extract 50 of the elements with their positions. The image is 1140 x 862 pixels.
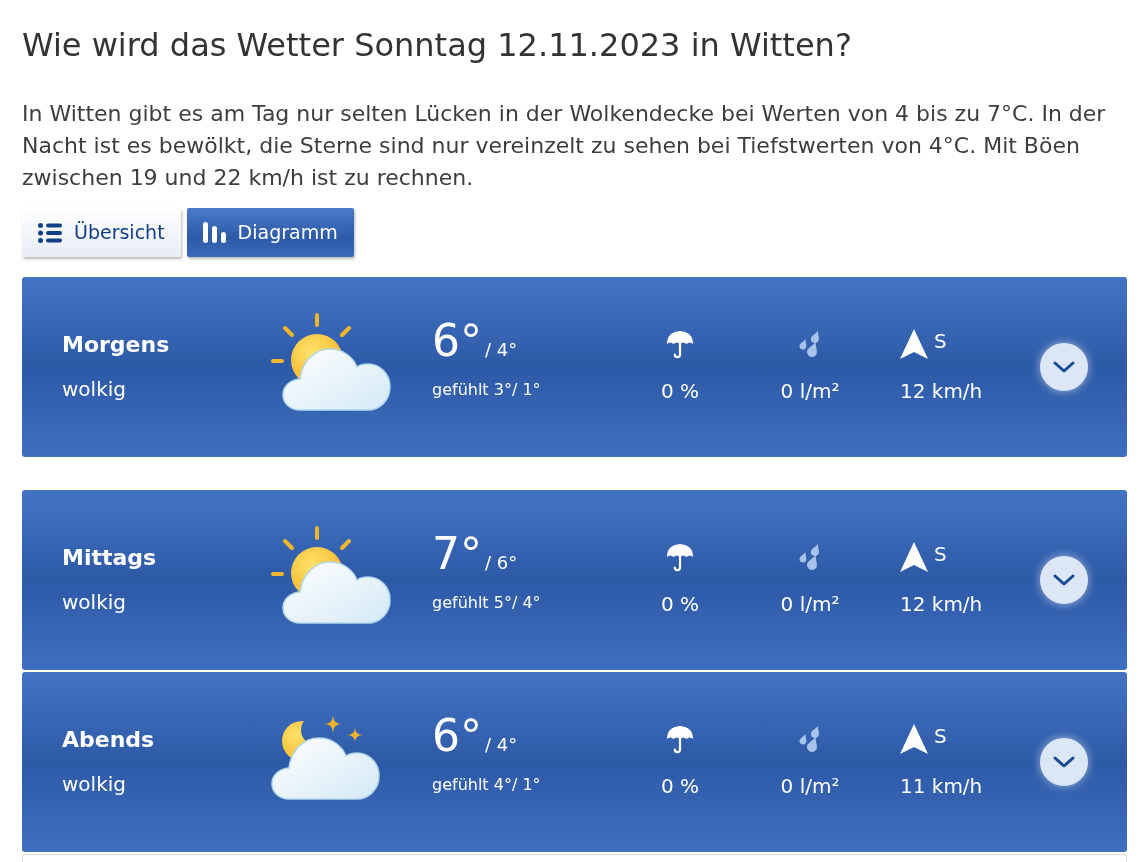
navigation-arrow-icon — [900, 723, 928, 754]
high-temperature: 6° — [432, 711, 482, 761]
feels-like-text: gefühlt 4°/ 1° — [432, 774, 542, 796]
raindrops-icon — [799, 541, 821, 572]
condition-text: wolkig — [62, 589, 127, 616]
expand-button[interactable] — [1040, 556, 1088, 604]
chevron-icon — [1053, 756, 1075, 768]
list-icon — [38, 222, 62, 243]
bar-chart-icon — [202, 222, 226, 243]
sun-cloud-icon — [270, 524, 391, 625]
rain-probability-text: 0 % — [660, 772, 700, 800]
expand-button[interactable] — [1040, 738, 1088, 786]
chevron-icon — [1053, 574, 1075, 586]
expand-button[interactable] — [1040, 343, 1088, 391]
umbrella-icon — [665, 541, 695, 572]
wind-speed-text: 12 km/h — [900, 377, 983, 405]
rain-amount-text: 0 l/m² — [780, 377, 840, 405]
low-temperature: / 4° — [485, 733, 518, 757]
period-name: Abends — [62, 726, 156, 754]
low-temperature: / 4° — [485, 338, 518, 362]
umbrella-icon — [665, 723, 695, 754]
high-temperature: 6° — [432, 316, 482, 366]
view-tab[interactable]: Übersicht — [22, 208, 181, 257]
umbrella-icon — [665, 328, 695, 359]
wind-direction-text: S — [934, 328, 947, 353]
low-temperature: / 6° — [485, 551, 518, 575]
condition-text: wolkig — [62, 771, 127, 798]
raindrops-icon — [799, 328, 821, 359]
navigation-arrow-icon — [900, 328, 928, 359]
raindrops-icon — [799, 723, 821, 754]
rain-probability-text: 0 % — [660, 377, 700, 405]
rain-amount-text: 0 l/m² — [780, 772, 840, 800]
weather-summary: In Witten gibt es am Tag nur selten Lücken in der Wolkendecke bei Werten von 4 bis zu 7°C. In der Nacht ist es bewölkt, die Sterne sind nur vereinzelt zu sehen bei Tiefstwerten von 4°C. Mit Böen zwischen 19 und 22 km/h ist zu rechnen. — [22, 100, 1107, 192]
wind-direction-text: S — [934, 723, 947, 748]
period-name: Mittags — [62, 544, 158, 572]
page-title: Wie wird das Wetter Sonntag 12.11.2023 in Witten? — [22, 26, 853, 64]
feels-like-text: gefühlt 3°/ 1° — [432, 379, 542, 401]
period-name: Morgens — [62, 331, 171, 359]
wind-speed-text: 11 km/h — [900, 772, 983, 800]
condition-text: wolkig — [62, 376, 127, 403]
navigation-arrow-icon — [900, 541, 928, 572]
view-tab[interactable]: Diagramm — [186, 208, 354, 257]
chevron-icon — [1053, 361, 1075, 373]
feels-like-text: gefühlt 5°/ 4° — [432, 592, 542, 614]
sun-cloud-icon — [270, 311, 391, 412]
rain-amount-text: 0 l/m² — [780, 590, 840, 618]
rain-probability-text: 0 % — [660, 590, 700, 618]
high-temperature: 7° — [432, 529, 482, 579]
wind-direction-text: S — [934, 541, 947, 566]
wind-speed-text: 12 km/h — [900, 590, 983, 618]
